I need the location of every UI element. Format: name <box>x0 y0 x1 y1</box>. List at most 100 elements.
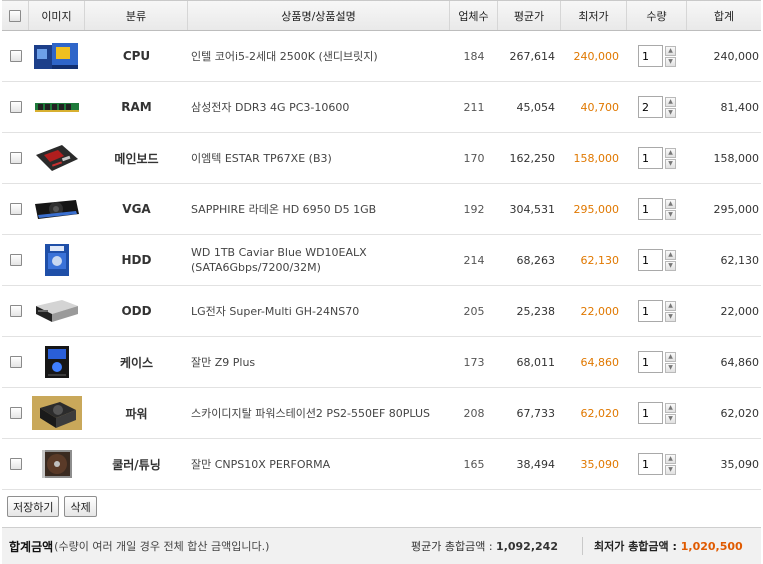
row-checkbox[interactable] <box>9 356 22 368</box>
decrease-qty-icon[interactable]: ▼ <box>665 158 676 169</box>
row-min-price: 22,000 <box>580 304 620 318</box>
save-button[interactable]: 저장하기 <box>7 496 60 517</box>
row-category: CPU <box>122 49 151 63</box>
row-total: 81,400 <box>720 100 760 114</box>
decrease-qty-icon[interactable]: ▼ <box>665 107 676 118</box>
motherboard-icon[interactable] <box>32 141 82 175</box>
pc-case-icon[interactable] <box>32 339 82 385</box>
row-checkbox[interactable] <box>9 407 22 419</box>
decrease-qty-icon[interactable]: ▼ <box>665 464 676 475</box>
quantity-stepper: 1 ▲ ▼ <box>638 147 676 169</box>
increase-qty-icon[interactable]: ▲ <box>665 453 676 464</box>
product-name[interactable]: 잘만 Z9 Plus <box>191 355 255 370</box>
decrease-qty-icon[interactable]: ▼ <box>665 56 676 67</box>
product-spec: (SATA6Gbps/7200/32M) <box>191 261 321 274</box>
avg-total-value: 1,092,242 <box>496 540 558 553</box>
decrease-qty-icon[interactable]: ▼ <box>665 209 676 220</box>
row-category: 케이스 <box>119 355 154 370</box>
summary-label: 합계금액 <box>9 539 54 554</box>
quantity-input[interactable]: 1 <box>638 45 663 67</box>
header-sellers: 업체수 <box>450 1 498 30</box>
quantity-input[interactable]: 2 <box>638 96 663 118</box>
row-checkbox[interactable] <box>9 152 22 164</box>
row-avg-price: 267,614 <box>509 49 556 63</box>
product-name[interactable]: 인텔 코어i5-2세대 2500K (샌디브릿지) <box>191 49 378 64</box>
product-name[interactable]: WD 1TB Caviar Blue WD10EALX <box>191 245 367 260</box>
table-row: VGA SAPPHIRE 라데온 HD 6950 D5 1GB 192 304,… <box>2 184 761 235</box>
row-checkbox[interactable] <box>9 305 22 317</box>
row-total: 22,000 <box>720 304 760 318</box>
increase-qty-icon[interactable]: ▲ <box>665 96 676 107</box>
row-checkbox[interactable] <box>9 203 22 215</box>
summary-bar: 합계금액 (수량이 여러 개일 경우 전체 합산 금액입니다.) 평균가 총합금… <box>2 527 761 564</box>
increase-qty-icon[interactable]: ▲ <box>665 351 676 362</box>
product-name[interactable]: 잘만 CNPS10X PERFORMA <box>191 457 330 472</box>
row-sellers: 165 <box>463 457 485 471</box>
table-row: 파워 스카이디지탈 파워스테이션2 PS2-550EF 80PLUS 208 6… <box>2 388 761 439</box>
quantity-stepper: 1 ▲ ▼ <box>638 198 676 220</box>
quantity-input[interactable]: 1 <box>638 453 663 475</box>
optical-drive-icon[interactable] <box>32 294 82 328</box>
delete-button[interactable]: 삭제 <box>64 496 97 517</box>
row-sellers: 173 <box>463 355 485 369</box>
product-name[interactable]: SAPPHIRE 라데온 HD 6950 D5 1GB <box>191 202 376 217</box>
header-avg-price: 평균가 <box>498 1 561 30</box>
quantity-input[interactable]: 1 <box>638 198 663 220</box>
product-name[interactable]: 이엠텍 ESTAR TP67XE (B3) <box>191 151 332 166</box>
increase-qty-icon[interactable]: ▲ <box>665 147 676 158</box>
row-total: 62,020 <box>720 406 760 420</box>
cpu-box-icon[interactable] <box>32 39 82 73</box>
row-sellers: 205 <box>463 304 485 318</box>
increase-qty-icon[interactable]: ▲ <box>665 198 676 209</box>
ram-stick-icon[interactable] <box>32 90 82 124</box>
row-checkbox[interactable] <box>9 50 22 62</box>
avg-total-summary: 평균가 총합금액 : 1,092,242 <box>411 538 558 554</box>
product-name[interactable]: 삼성전자 DDR3 4G PC3-10600 <box>191 100 349 115</box>
quantity-stepper: 1 ▲ ▼ <box>638 300 676 322</box>
quantity-input[interactable]: 1 <box>638 351 663 373</box>
row-sellers: 192 <box>463 202 485 216</box>
quantity-input[interactable]: 1 <box>638 249 663 271</box>
cpu-cooler-icon[interactable] <box>32 442 82 486</box>
decrease-qty-icon[interactable]: ▼ <box>665 260 676 271</box>
decrease-qty-icon[interactable]: ▼ <box>665 362 676 373</box>
quantity-input[interactable]: 1 <box>638 147 663 169</box>
quantity-stepper: 1 ▲ ▼ <box>638 45 676 67</box>
product-name[interactable]: LG전자 Super-Multi GH-24NS70 <box>191 304 359 319</box>
product-name[interactable]: 스카이디지탈 파워스테이션2 PS2-550EF 80PLUS <box>191 406 430 421</box>
row-avg-price: 25,238 <box>516 304 556 318</box>
header-name: 상품명/상품설명 <box>188 1 450 30</box>
avg-total-label: 평균가 총합금액 : <box>411 540 497 553</box>
row-checkbox[interactable] <box>9 101 22 113</box>
graphics-card-icon[interactable] <box>32 192 82 226</box>
decrease-qty-icon[interactable]: ▼ <box>665 413 676 424</box>
increase-qty-icon[interactable]: ▲ <box>665 300 676 311</box>
header-min-price: 최저가 <box>561 1 627 30</box>
header-category: 분류 <box>85 1 188 30</box>
quantity-input[interactable]: 1 <box>638 402 663 424</box>
summary-note: (수량이 여러 개일 경우 전체 합산 금액입니다.) <box>54 540 270 553</box>
row-checkbox[interactable] <box>9 254 22 266</box>
quantity-stepper: 1 ▲ ▼ <box>638 249 676 271</box>
table-header: 이미지 분류 상품명/상품설명 업체수 평균가 최저가 수량 합계 <box>2 0 761 31</box>
row-sellers: 170 <box>463 151 485 165</box>
row-checkbox[interactable] <box>9 458 22 470</box>
increase-qty-icon[interactable]: ▲ <box>665 249 676 260</box>
table-row: 쿨러/튜닝 잘만 CNPS10X PERFORMA 165 38,494 35,… <box>2 439 761 490</box>
hard-drive-icon[interactable] <box>32 240 82 280</box>
increase-qty-icon[interactable]: ▲ <box>665 45 676 56</box>
power-supply-icon[interactable] <box>32 389 82 437</box>
action-bar: 저장하기 삭제 <box>7 496 97 517</box>
row-category: 메인보드 <box>114 151 159 166</box>
header-qty: 수량 <box>627 1 687 30</box>
select-all-checkbox[interactable] <box>9 9 21 22</box>
increase-qty-icon[interactable]: ▲ <box>665 402 676 413</box>
row-sellers: 208 <box>463 406 485 420</box>
quantity-input[interactable]: 1 <box>638 300 663 322</box>
row-avg-price: 162,250 <box>509 151 556 165</box>
table-row: CPU 인텔 코어i5-2세대 2500K (샌디브릿지) 184 267,61… <box>2 31 761 82</box>
row-total: 295,000 <box>713 202 760 216</box>
row-sellers: 184 <box>463 49 485 63</box>
decrease-qty-icon[interactable]: ▼ <box>665 311 676 322</box>
table-row: 케이스 잘만 Z9 Plus 173 68,011 64,860 1 ▲ ▼ 64… <box>2 337 761 388</box>
